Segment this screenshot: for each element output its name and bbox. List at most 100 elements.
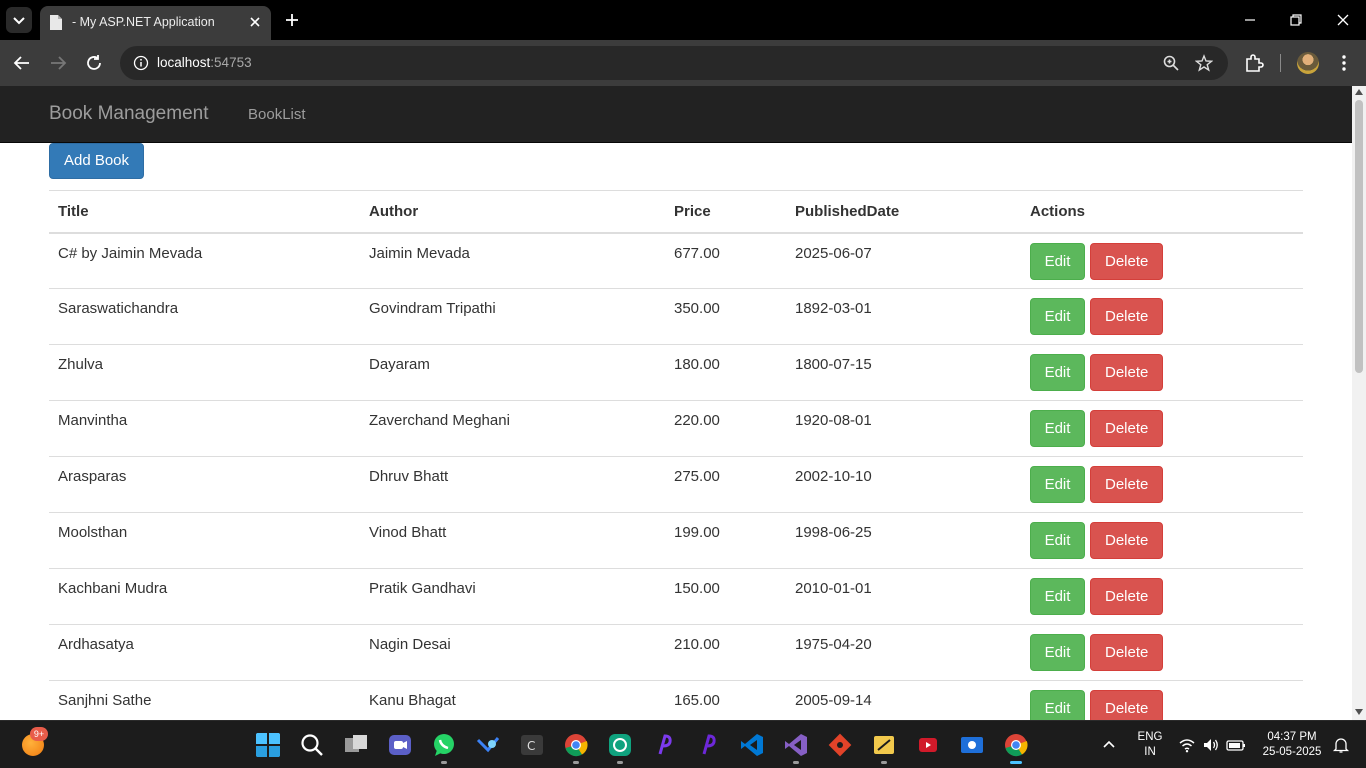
site-info-icon[interactable] <box>133 55 149 71</box>
zoom-icon[interactable] <box>1162 54 1180 72</box>
edit-button[interactable]: Edit <box>1030 466 1085 503</box>
clock[interactable]: 04:37 PM 25-05-2025 <box>1256 730 1328 760</box>
ai-assistant-icon[interactable] <box>607 732 633 758</box>
delete-button[interactable]: Delete <box>1090 354 1164 391</box>
language-label: ENG <box>1137 731 1163 743</box>
add-book-button[interactable]: Add Book <box>49 143 144 179</box>
scroll-down-arrow-icon[interactable] <box>1355 709 1363 715</box>
git-app-icon[interactable] <box>827 732 853 758</box>
delete-button[interactable]: Delete <box>1090 298 1164 335</box>
media-player-icon[interactable] <box>915 732 941 758</box>
minimize-icon[interactable] <box>1240 10 1260 30</box>
search-icon[interactable] <box>299 732 325 758</box>
delete-button[interactable]: Delete <box>1090 578 1164 615</box>
bookmark-star-icon[interactable] <box>1195 54 1213 72</box>
wifi-icon[interactable] <box>1178 736 1196 754</box>
notification-bell-icon[interactable] <box>1332 736 1350 754</box>
nav-link-booklist[interactable]: BookList <box>248 106 306 123</box>
address-bar[interactable]: localhost:54753 <box>120 46 1228 80</box>
chrome-icon[interactable] <box>563 732 589 758</box>
visual-studio-icon[interactable] <box>783 732 809 758</box>
profile-avatar[interactable] <box>1297 52 1319 74</box>
new-tab-icon[interactable] <box>282 10 302 30</box>
cell-author: Pratik Gandhavi <box>360 568 665 625</box>
cell-price: 199.00 <box>665 512 786 569</box>
chevron-down-icon <box>13 17 25 25</box>
close-tab-icon[interactable] <box>246 13 264 31</box>
crossover-app-icon[interactable] <box>475 732 501 758</box>
navbar-brand[interactable]: Book Management <box>49 103 209 125</box>
more-menu-icon[interactable] <box>1333 52 1355 74</box>
extensions-icon[interactable] <box>1243 52 1265 74</box>
cell-title: Kachbani Mudra <box>49 568 360 625</box>
clock-time: 04:37 PM <box>1267 731 1317 743</box>
windows-taskbar: 9+ C ENG IN 04:37 PM 25-05-2025 <box>0 720 1366 768</box>
cell-published-date: 2005-09-14 <box>786 680 1021 720</box>
forward-icon[interactable] <box>47 52 69 74</box>
table-row: Moolsthan Vinod Bhatt 199.00 1998-06-25 Edit… <box>49 512 1303 569</box>
whatsapp-icon[interactable] <box>431 732 457 758</box>
close-window-icon[interactable] <box>1333 10 1353 30</box>
cell-author: Govindram Tripathi <box>360 288 665 345</box>
edit-button[interactable]: Edit <box>1030 690 1085 720</box>
browser-toolbar: localhost:54753 <box>0 40 1366 86</box>
table-row: Saraswatichandra Govindram Tripathi 350.00… <box>49 288 1303 345</box>
cell-actions: Edit Delete <box>1021 288 1303 345</box>
cell-price: 165.00 <box>665 680 786 720</box>
task-view-icon[interactable] <box>343 732 369 758</box>
edit-button[interactable]: Edit <box>1030 242 1085 280</box>
battery-icon[interactable] <box>1226 736 1246 754</box>
active-app-indicator <box>1010 761 1022 764</box>
edit-button[interactable]: Edit <box>1030 522 1085 559</box>
cell-price: 220.00 <box>665 400 786 457</box>
cell-published-date: 1975-04-20 <box>786 624 1021 681</box>
delete-button[interactable]: Delete <box>1090 634 1164 671</box>
edit-button[interactable]: Edit <box>1030 578 1085 615</box>
page-scrollbar[interactable] <box>1352 86 1366 720</box>
windows-start-icon[interactable] <box>255 732 281 758</box>
cell-author: Jaimin Mevada <box>360 232 665 289</box>
delete-button[interactable]: Delete <box>1090 690 1164 720</box>
restore-icon[interactable] <box>1286 10 1306 30</box>
delete-button[interactable]: Delete <box>1090 522 1164 559</box>
screen-recorder-icon[interactable] <box>959 732 985 758</box>
cell-title: Sanjhni Sathe <box>49 680 360 720</box>
cell-author: Dhruv Bhatt <box>360 456 665 513</box>
language-indicator[interactable]: ENG IN <box>1134 730 1166 760</box>
vscode-icon[interactable] <box>739 732 765 758</box>
cell-actions: Edit Delete <box>1021 400 1303 457</box>
browser-tab[interactable]: - My ASP.NET Application <box>40 6 271 40</box>
cell-published-date: 1998-06-25 <box>786 512 1021 569</box>
tab-title: - My ASP.NET Application <box>72 15 215 29</box>
cell-author: Nagin Desai <box>360 624 665 681</box>
widget-notification-badge: 9+ <box>30 727 48 741</box>
edit-button[interactable]: Edit <box>1030 634 1085 671</box>
dev-tool-icon[interactable] <box>651 732 677 758</box>
show-hidden-icons-icon[interactable] <box>1100 736 1118 754</box>
reload-icon[interactable] <box>83 52 105 74</box>
cell-published-date: 1800-07-15 <box>786 344 1021 401</box>
design-tool-icon[interactable] <box>871 732 897 758</box>
column-header-author: Author <box>360 190 665 234</box>
edit-button[interactable]: Edit <box>1030 354 1085 391</box>
meet-app-icon[interactable] <box>387 732 413 758</box>
chrome-profile-icon[interactable] <box>1003 732 1029 758</box>
running-indicator <box>617 761 623 764</box>
region-label: IN <box>1144 746 1156 758</box>
delete-button[interactable]: Delete <box>1090 466 1164 503</box>
cell-author: Dayaram <box>360 344 665 401</box>
dev-tool-icon-2[interactable] <box>695 732 721 758</box>
edit-button[interactable]: Edit <box>1030 298 1085 335</box>
edit-button[interactable]: Edit <box>1030 410 1085 447</box>
tab-search-button[interactable] <box>6 7 32 33</box>
terminal-app-icon[interactable]: C <box>519 732 545 758</box>
clock-date: 25-05-2025 <box>1262 746 1322 758</box>
scroll-thumb[interactable] <box>1355 100 1363 373</box>
cell-published-date: 1920-08-01 <box>786 400 1021 457</box>
volume-icon[interactable] <box>1202 736 1220 754</box>
back-icon[interactable] <box>11 52 33 74</box>
delete-button[interactable]: Delete <box>1090 242 1164 280</box>
delete-button[interactable]: Delete <box>1090 410 1164 447</box>
cell-price: 350.00 <box>665 288 786 345</box>
scroll-up-arrow-icon[interactable] <box>1355 89 1363 95</box>
